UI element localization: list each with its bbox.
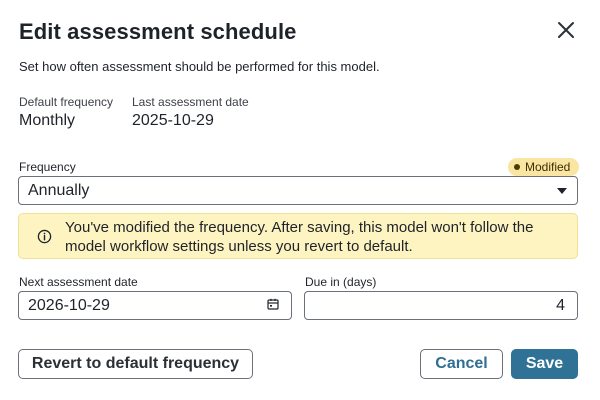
warning-text: You've modified the frequency. After sav… — [65, 219, 534, 255]
last-assessment-label: Last assessment date — [132, 95, 249, 109]
modified-badge: Modified — [508, 158, 579, 176]
close-button[interactable] — [553, 17, 579, 43]
badge-dot-icon — [514, 164, 520, 170]
frequency-label: Frequency — [19, 160, 76, 174]
calendar-icon[interactable] — [267, 297, 279, 315]
frequency-selected-value: Annually — [28, 181, 90, 199]
revert-default-button[interactable]: Revert to default frequency — [18, 349, 253, 379]
info-icon — [37, 229, 52, 249]
edit-assessment-dialog: Edit assessment schedule Set how often a… — [0, 0, 600, 400]
default-frequency-value: Monthly — [19, 112, 76, 129]
close-icon — [558, 22, 574, 38]
next-assessment-date-input[interactable]: 2026-10-29 — [18, 291, 292, 320]
dialog-title: Edit assessment schedule — [19, 19, 297, 44]
chevron-down-icon — [557, 187, 567, 194]
next-assessment-label: Next assessment date — [19, 275, 138, 289]
modified-warning: You've modified the frequency. After sav… — [18, 213, 578, 259]
last-assessment-value: 2025-10-29 — [132, 112, 214, 129]
due-in-days-input[interactable]: 4 — [304, 291, 578, 320]
dialog-subtitle: Set how often assessment should be perfo… — [19, 59, 380, 74]
cancel-button[interactable]: Cancel — [420, 349, 503, 379]
due-in-label: Due in (days) — [305, 275, 377, 289]
due-in-days-value: 4 — [556, 296, 565, 314]
frequency-select[interactable]: Annually — [18, 176, 578, 205]
default-frequency-label: Default frequency — [19, 95, 114, 109]
save-button[interactable]: Save — [511, 349, 578, 379]
next-assessment-date-value: 2026-10-29 — [28, 296, 110, 314]
modified-badge-text: Modified — [525, 160, 571, 174]
